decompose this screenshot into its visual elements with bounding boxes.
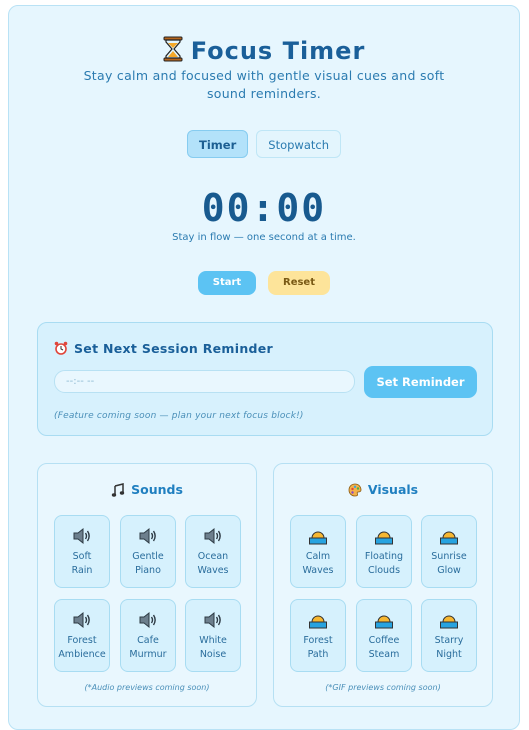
sound-tile[interactable]: Soft Rain bbox=[54, 515, 110, 588]
palette-icon bbox=[348, 483, 362, 500]
title-text: Focus Timer bbox=[190, 37, 366, 65]
start-button[interactable]: Start bbox=[198, 271, 256, 295]
reminder-note: (Feature coming soon — plan your next fo… bbox=[54, 411, 304, 421]
sunset-icon bbox=[291, 611, 345, 629]
sound-tile-label: Forest Ambience bbox=[58, 635, 106, 660]
visuals-note: (*GIF previews coming soon) bbox=[325, 683, 441, 692]
visual-tile-label: Starry Night bbox=[434, 635, 464, 660]
sound-tile-label: Gentle Piano bbox=[132, 551, 164, 576]
sounds-note: (*Audio previews coming soon) bbox=[84, 683, 210, 692]
visual-tile[interactable]: Sunrise Glow bbox=[421, 515, 477, 588]
visual-tile-label: Calm Waves bbox=[302, 551, 334, 576]
visual-tile[interactable]: Coffee Steam bbox=[356, 599, 412, 672]
sunset-icon bbox=[357, 527, 411, 545]
subtitle: Stay calm and focused with gentle visual… bbox=[83, 68, 445, 101]
visual-tile-label: Coffee Steam bbox=[368, 635, 400, 660]
reset-button[interactable]: Reset bbox=[268, 271, 330, 295]
sound-tile[interactable]: Forest Ambience bbox=[54, 599, 110, 672]
tab-timer[interactable]: Timer bbox=[187, 130, 249, 158]
visual-tile-label: Forest Path bbox=[303, 635, 333, 660]
sounds-title-text: Sounds bbox=[131, 482, 183, 497]
sunset-icon bbox=[422, 611, 476, 629]
hourglass-icon bbox=[163, 36, 183, 68]
timer-display: 00:00 bbox=[201, 186, 327, 230]
sound-tile-label: Cafe Murmur bbox=[129, 635, 167, 660]
sound-tile[interactable]: White Noise bbox=[185, 599, 241, 672]
sound-tile-label: Ocean Waves bbox=[197, 551, 229, 576]
tab-stopwatch[interactable]: Stopwatch bbox=[256, 130, 341, 158]
sunset-icon bbox=[422, 527, 476, 545]
focus-timer-card: Focus Timer Stay calm and focused with g… bbox=[8, 5, 520, 730]
mode-tabs: Timer Stopwatch bbox=[9, 130, 519, 158]
set-reminder-button[interactable]: Set Reminder bbox=[364, 366, 477, 398]
speaker-icon bbox=[55, 611, 109, 629]
page-title: Focus Timer bbox=[9, 36, 519, 68]
reminder-title-text: Set Next Session Reminder bbox=[74, 341, 274, 356]
sound-tile-label: Soft Rain bbox=[71, 551, 93, 576]
visual-tile-label: Sunrise Glow bbox=[431, 551, 467, 576]
visual-tile[interactable]: Forest Path bbox=[290, 599, 346, 672]
sounds-panel: Sounds Soft Rain Gentle Piano Ocean Waves F… bbox=[37, 463, 257, 707]
music-note-icon bbox=[111, 483, 125, 500]
speaker-icon bbox=[121, 611, 175, 629]
reminder-time-input[interactable]: --:-- -- bbox=[54, 370, 355, 393]
speaker-icon bbox=[121, 527, 175, 545]
visual-tile[interactable]: Calm Waves bbox=[290, 515, 346, 588]
speaker-icon bbox=[186, 611, 240, 629]
visual-tile[interactable]: Starry Night bbox=[421, 599, 477, 672]
timer-caption: Stay in flow — one second at a time. bbox=[172, 232, 356, 243]
visuals-panel: Visuals Calm Waves Floating Clouds Sunrise… bbox=[273, 463, 493, 707]
reminder-title: Set Next Session Reminder bbox=[54, 341, 273, 358]
speaker-icon bbox=[186, 527, 240, 545]
alarm-clock-icon bbox=[54, 341, 68, 358]
sound-tile-label: White Noise bbox=[199, 635, 227, 660]
sunset-icon bbox=[291, 527, 345, 545]
reminder-panel: Set Next Session Reminder --:-- -- Set R… bbox=[37, 322, 493, 436]
sound-tile[interactable]: Cafe Murmur bbox=[120, 599, 176, 672]
sunset-icon bbox=[357, 611, 411, 629]
sound-tile[interactable]: Gentle Piano bbox=[120, 515, 176, 588]
speaker-icon bbox=[55, 527, 109, 545]
visuals-title: Visuals bbox=[274, 482, 492, 500]
sound-tile[interactable]: Ocean Waves bbox=[185, 515, 241, 588]
sounds-title: Sounds bbox=[38, 482, 256, 500]
visuals-title-text: Visuals bbox=[367, 482, 419, 497]
visual-tile-label: Floating Clouds bbox=[364, 551, 404, 576]
timer-controls: Start Reset bbox=[9, 271, 519, 295]
visual-tile[interactable]: Floating Clouds bbox=[356, 515, 412, 588]
